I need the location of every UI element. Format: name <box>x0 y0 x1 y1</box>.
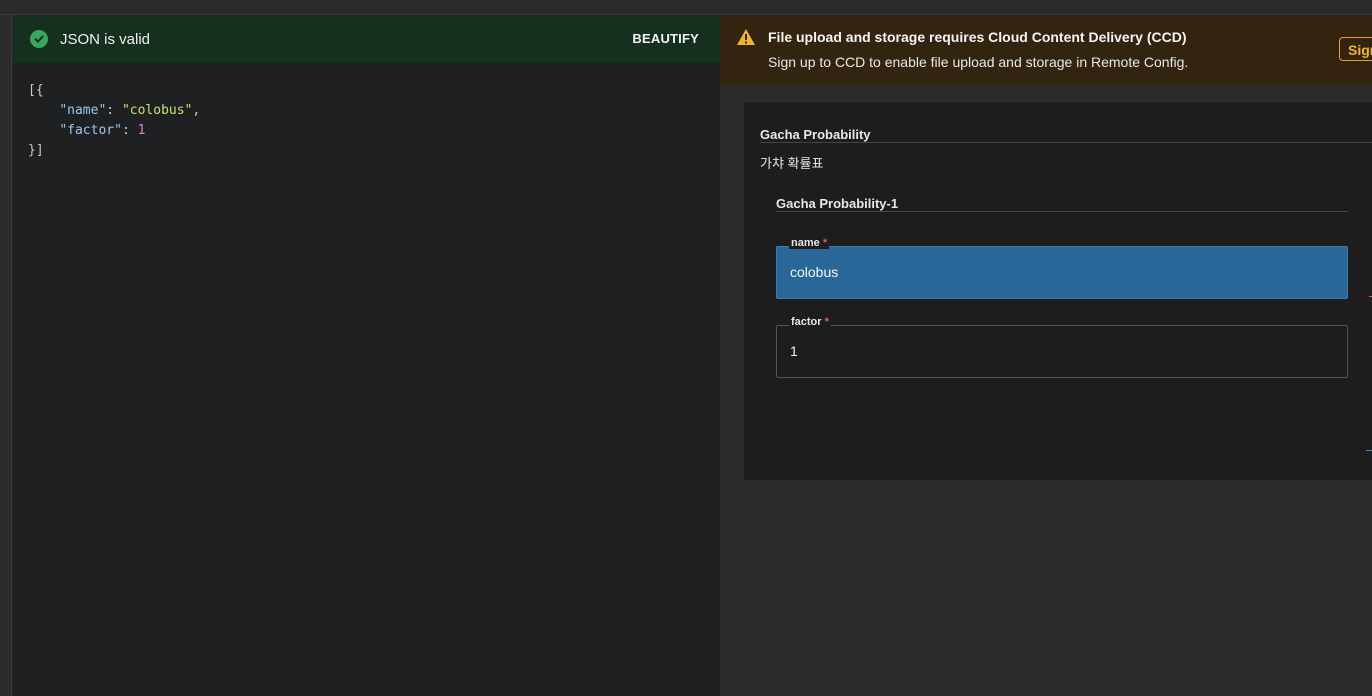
name-input[interactable] <box>790 264 1330 280</box>
code-key-factor: "factor" <box>59 123 122 138</box>
factor-field-label: factor * <box>789 316 831 328</box>
json-code-area[interactable]: [{ "name": "colobus", "factor": 1 }] <box>28 81 200 161</box>
code-key-name: "name" <box>59 103 107 118</box>
section-title: Gacha Probability <box>760 127 871 142</box>
factor-input[interactable] <box>790 343 1330 359</box>
gacha-form-card: Gacha Probability 가챠 확률표 Gacha Probabili… <box>744 102 1372 480</box>
code-open: [{ <box>28 83 44 98</box>
required-mark: * <box>824 316 829 328</box>
top-strip <box>0 0 1372 15</box>
name-field-label: name * <box>789 237 830 249</box>
warning-title: File upload and storage requires Cloud C… <box>768 29 1187 45</box>
warning-triangle-icon <box>737 29 755 45</box>
item-title: Gacha Probability-1 <box>776 196 899 211</box>
json-editor-panel: JSON is valid BEAUTIFY [{ "name": "colob… <box>12 15 720 696</box>
required-mark: * <box>822 237 828 249</box>
section-divider <box>760 142 1372 143</box>
warning-body: Sign up to CCD to enable file upload and… <box>768 54 1189 70</box>
code-value-name: "colobus" <box>121 103 193 118</box>
left-gutter <box>0 15 12 696</box>
section-description: 가챠 확률표 <box>760 156 824 171</box>
json-valid-text: JSON is valid <box>60 31 151 48</box>
form-panel: File upload and storage requires Cloud C… <box>720 15 1372 696</box>
ccd-warning-banner: File upload and storage requires Cloud C… <box>720 15 1372 85</box>
beautify-button[interactable]: BEAUTIFY <box>632 31 699 46</box>
check-circle-icon <box>30 30 48 48</box>
code-value-factor: 1 <box>137 123 146 138</box>
edge-indicator-blue <box>1366 450 1372 451</box>
item-divider <box>776 211 1348 212</box>
sign-up-button[interactable]: Sign up <box>1339 37 1372 61</box>
code-close: }] <box>28 143 44 158</box>
name-field[interactable]: name * <box>776 237 1348 299</box>
json-valid-banner: JSON is valid BEAUTIFY <box>12 15 720 63</box>
factor-field[interactable]: factor * <box>776 316 1348 378</box>
